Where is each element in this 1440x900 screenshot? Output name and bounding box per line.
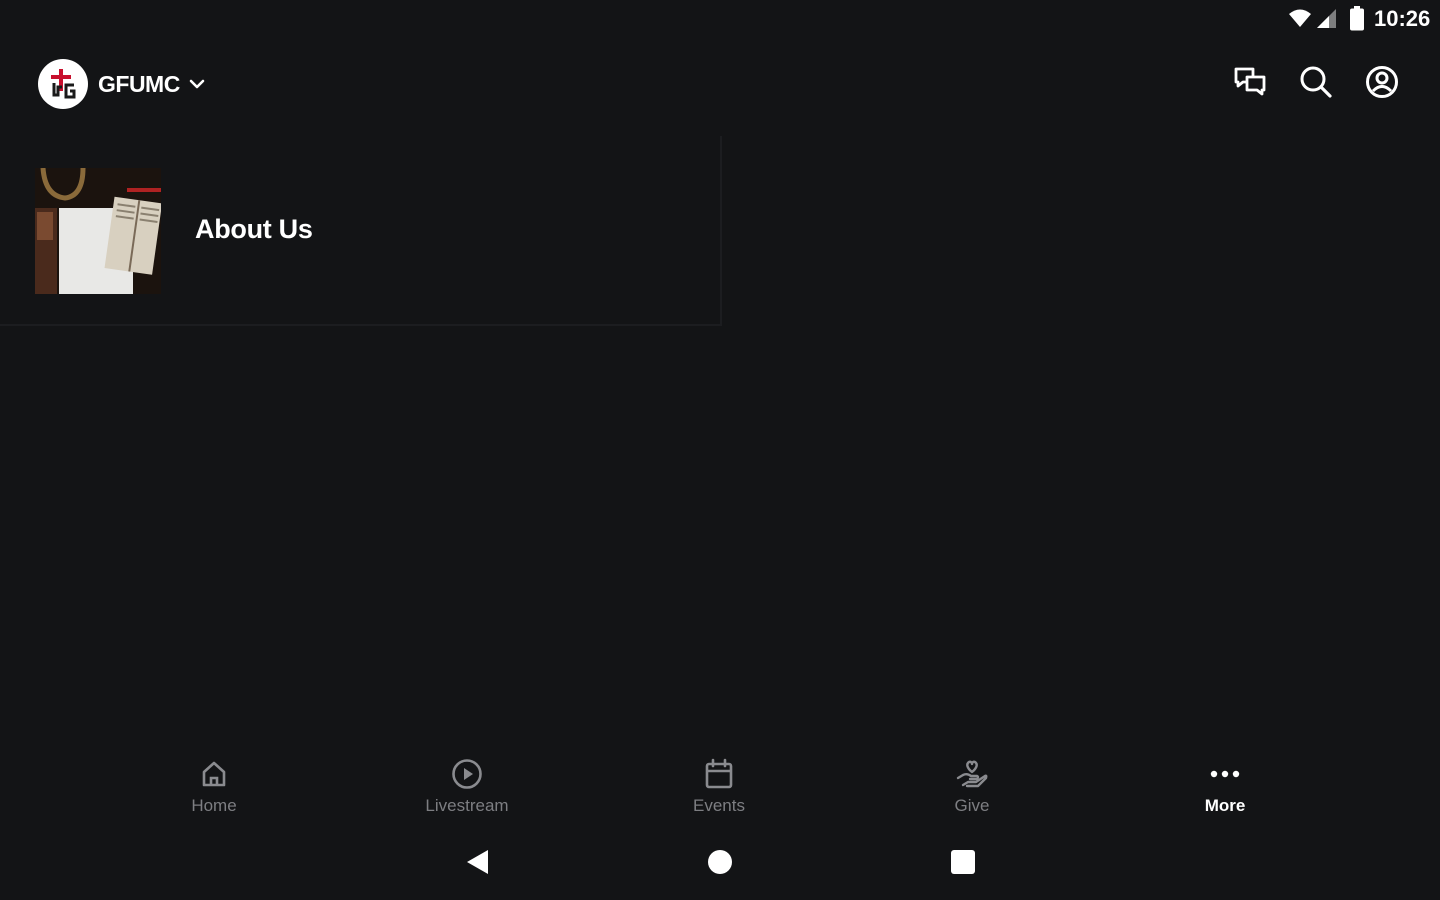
chat-button[interactable] [1232, 66, 1268, 102]
wifi-icon [1288, 7, 1312, 34]
church-logo [38, 59, 88, 109]
recents-icon [950, 849, 976, 880]
chevron-down-icon [188, 77, 206, 95]
give-hand-heart-icon [954, 756, 990, 792]
system-back-button[interactable] [461, 848, 493, 880]
list-item-title: About Us [195, 214, 313, 244]
org-name: GFUMC [98, 70, 180, 97]
nav-item-more[interactable]: More [1145, 748, 1305, 828]
home-circle-icon [707, 849, 733, 880]
org-switcher[interactable]: GFUMC [38, 58, 206, 110]
nav-item-livestream[interactable]: Livestream [387, 748, 547, 828]
system-nav-bar [0, 836, 1440, 892]
battery-icon [1349, 6, 1365, 37]
nav-label-more: More [1204, 796, 1246, 815]
app-bar-actions [1232, 65, 1400, 104]
nav-label-give: Give [954, 796, 990, 815]
nav-item-give[interactable]: Give [892, 748, 1052, 828]
nav-label-livestream: Livestream [425, 796, 509, 815]
system-home-button[interactable] [704, 848, 736, 880]
nav-item-home[interactable]: Home [134, 748, 294, 828]
calendar-icon [701, 756, 737, 792]
app-bar: GFUMC [0, 50, 1440, 120]
search-icon [1299, 65, 1333, 104]
cell-signal-icon [1315, 7, 1337, 34]
list-item-about-us[interactable]: About Us [0, 136, 722, 326]
chat-icon [1233, 66, 1267, 103]
status-time: 10:26 [1374, 6, 1431, 31]
account-button[interactable] [1364, 65, 1400, 104]
account-icon [1365, 65, 1399, 104]
nav-item-events[interactable]: Events [639, 748, 799, 828]
bottom-nav: Home Livestream Events Give More [0, 748, 1440, 828]
system-recents-button[interactable] [947, 848, 979, 880]
more-dots-icon [1207, 756, 1243, 792]
app-screen: 10:26 GFUMC About Us Home Livestream Eve… [0, 0, 1440, 900]
status-bar: 10:26 [1140, 0, 1440, 40]
back-icon [464, 848, 490, 881]
nav-label-events: Events [693, 796, 745, 815]
search-button[interactable] [1298, 66, 1334, 102]
nav-label-home: Home [191, 796, 237, 815]
play-circle-icon [449, 756, 485, 792]
about-us-thumbnail [35, 168, 161, 294]
home-icon [196, 756, 232, 792]
